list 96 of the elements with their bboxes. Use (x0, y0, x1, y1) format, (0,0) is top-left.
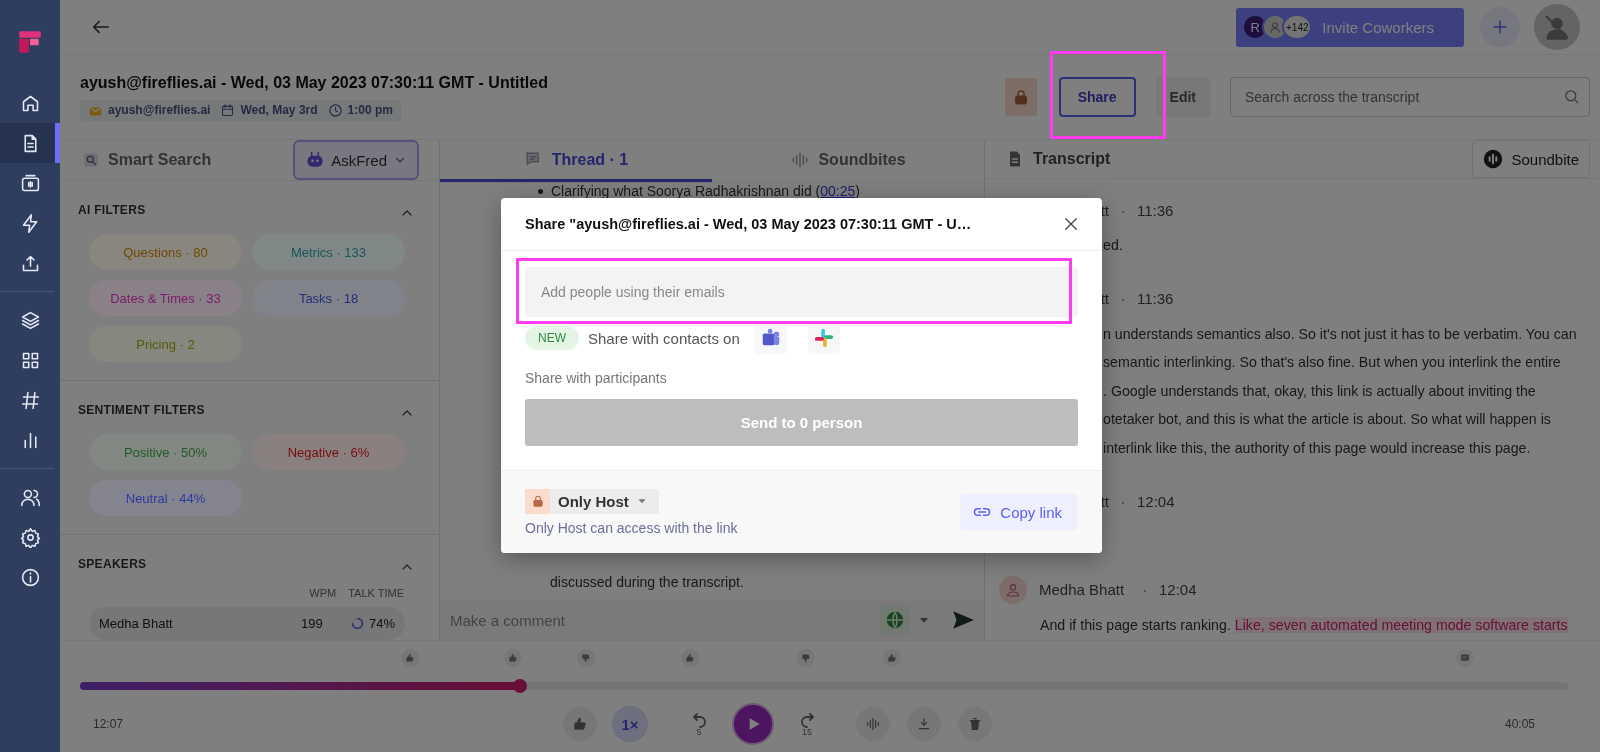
access-caption: Only Host can access with the link (525, 519, 739, 536)
play-button[interactable] (732, 703, 775, 745)
column-header: TALK TIME (348, 587, 404, 599)
transcript-line: interlink like this, the authority of this page would increase this page. (1102, 438, 1532, 458)
waveform-icon[interactable] (856, 707, 891, 741)
close-icon[interactable] (1062, 215, 1080, 233)
forward-icon (800, 712, 814, 728)
forward-button[interactable]: 15 (790, 707, 825, 741)
rewind-icon (692, 712, 706, 728)
app-logo[interactable] (17, 28, 43, 55)
lock-icon (530, 494, 545, 508)
thumbs-down-marker-icon[interactable] (797, 649, 815, 667)
timestamp[interactable]: 12:04 (1137, 492, 1175, 510)
document-icon[interactable] (0, 123, 60, 163)
dialog-title: Share "ayush@fireflies.ai - Wed, 03 May 2023 07:30:11 GMT - U… (525, 216, 973, 232)
meeting-title: ayush@fireflies.ai - Wed, 03 May 2023 07:30:11 GMT - Untitled (80, 73, 549, 92)
transcript-line: . Google understands that, okay, this link is actually about inviting the (1102, 381, 1537, 401)
chat-app-hash-icon[interactable] (807, 322, 840, 354)
panel-tab[interactable]: Soundbites (712, 140, 984, 182)
transcript-line: semantic interlinking. So that's also fine. But when you interlink the entire (1102, 353, 1562, 372)
current-time: 12:07 (93, 717, 124, 731)
thumbs-up-marker-icon[interactable] (401, 649, 419, 667)
new-badge: NEW (525, 326, 579, 350)
separator-dot-icon (1119, 296, 1127, 304)
calendar-icon (220, 102, 236, 118)
speaker-name: Medha Bhatt (1039, 581, 1126, 598)
filter-chip[interactable]: Negative · 6% (252, 434, 405, 470)
thumbs-up-marker-icon[interactable] (681, 649, 699, 667)
smart-search-icon (82, 151, 100, 169)
soundbite-button[interactable]: Soundbite (1472, 140, 1590, 178)
rewind-button[interactable]: 5 (682, 707, 717, 741)
speed-button[interactable]: 1× (612, 706, 649, 742)
thumbs-up-marker-icon[interactable] (883, 649, 901, 667)
total-time: 40:05 (1504, 717, 1535, 731)
progress-track[interactable] (80, 682, 1568, 690)
avatar-count: +142 (1282, 14, 1313, 40)
thumbs-up-marker-icon[interactable] (504, 649, 522, 667)
add-icon[interactable] (1480, 7, 1520, 47)
edit-button[interactable]: Edit (1155, 77, 1210, 117)
copy-link-button[interactable]: Copy link (960, 494, 1078, 530)
speaker-name: tt (1099, 290, 1109, 307)
email-input-field[interactable]: Add people using their emails (525, 267, 1078, 317)
timestamp-link[interactable]: 00:25 (820, 183, 856, 199)
search-field[interactable]: Search across the transcript (1230, 77, 1590, 117)
filter-chip[interactable]: Questions · 80 (89, 234, 242, 270)
timestamp[interactable]: 11:36 (1137, 201, 1174, 219)
section-heading: AI FILTERS (78, 203, 146, 217)
filter-chip[interactable]: Neutral · 44% (89, 480, 242, 516)
separator-dot-icon (1141, 587, 1149, 595)
waveform-icon (1483, 149, 1504, 169)
filter-chip[interactable]: Metrics · 133 (252, 234, 405, 270)
transcript-line: n understands semantics also. So it's not just it has to be verbatim. You can (1102, 324, 1578, 344)
talk-time-ring-icon (350, 617, 364, 630)
thumbs-up-icon[interactable] (563, 707, 598, 741)
timestamp[interactable]: 12:04 (1159, 581, 1197, 598)
transcript-line: And if this page starts ranking. Like, seven automated meeting mode software starts (1039, 615, 1569, 635)
filter-chip[interactable]: Pricing · 2 (89, 326, 242, 362)
clock-icon (327, 102, 343, 118)
filter-chip[interactable]: Positive · 50% (89, 434, 242, 470)
askfred-button[interactable]: AskFred (293, 140, 419, 180)
panel-title: Smart Search (108, 151, 213, 169)
invite-coworkers-button[interactable]: R +142 Invite Coworkers (1236, 7, 1464, 47)
progress-handle[interactable] (513, 679, 528, 693)
comment-marker-icon[interactable] (1456, 649, 1474, 667)
filter-chip[interactable]: Dates & Times · 33 (89, 280, 242, 316)
thread-text: discussed during the transcript. (550, 574, 745, 590)
speaker-avatar-icon (999, 575, 1027, 604)
timestamp[interactable]: 11:36 (1137, 290, 1174, 307)
speaker-row[interactable]: Medha Bhatt 199 74% (89, 607, 405, 640)
panel-tab[interactable]: Thread · 1 (440, 140, 712, 182)
participants-label: Share with participants (525, 370, 668, 386)
meeting-date: Wed, May 3rd (240, 103, 318, 117)
contacts-label: Share with contacts on (588, 329, 740, 347)
filter-chip[interactable]: Tasks · 18 (252, 280, 405, 316)
chat-app-people-icon[interactable] (754, 322, 787, 354)
panel-title: Transcript (1033, 150, 1112, 168)
speaker-name: tt (1099, 492, 1109, 510)
organizer-email: ayush@fireflies.ai (108, 103, 211, 117)
transcript-line: otetaker bot, and this is what the article is about. So what will happen is (1102, 410, 1552, 429)
share-button[interactable]: Share (1058, 77, 1136, 117)
download-icon[interactable] (907, 707, 942, 741)
section-heading: SPEAKERS (78, 557, 147, 571)
thumbs-down-marker-icon[interactable] (577, 649, 595, 667)
bullet-icon (538, 188, 543, 194)
trash-icon[interactable] (958, 707, 993, 741)
lock-icon[interactable] (1004, 78, 1037, 116)
search-icon[interactable] (1563, 88, 1580, 105)
transcript-line: ed. (1102, 236, 1124, 255)
column-header: WPM (309, 587, 337, 599)
globe-icon[interactable] (880, 605, 910, 635)
user-avatar[interactable] (1534, 4, 1580, 50)
meeting-time: 1:00 pm (347, 103, 393, 117)
access-dropdown[interactable]: Only Host (525, 488, 659, 514)
speaker-name: tt (1099, 201, 1109, 219)
robot-icon (305, 150, 326, 170)
section-heading: SENTIMENT FILTERS (78, 403, 205, 417)
